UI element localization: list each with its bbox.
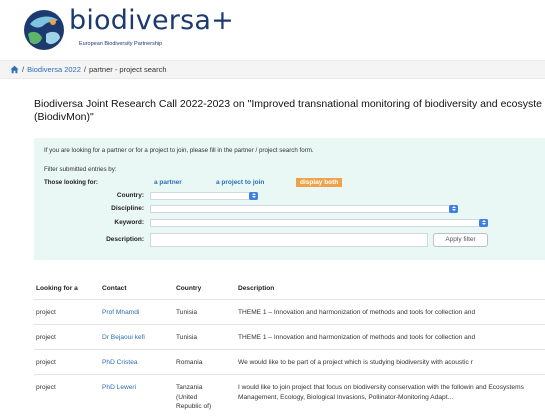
table-header-row: Looking for a Contact Country Descriptio… (34, 278, 545, 300)
cell-looking-for: project (36, 384, 56, 391)
chevron-updown-icon (449, 205, 458, 213)
cell-country: Tunisia (176, 309, 198, 316)
cell-country: Tunisia (176, 334, 198, 341)
brand-subtitle: European Biodiversity Partnership (79, 41, 163, 47)
looking-for-label: Those looking for: (44, 179, 98, 186)
contact-link[interactable]: PhD Leweri (102, 383, 172, 393)
chevron-updown-icon (249, 192, 258, 200)
header-contact: Contact (102, 285, 127, 292)
cell-description: THEME 1 – Innovation and harmonization o… (238, 309, 476, 316)
filter-panel: If you are looking for a partner or for … (34, 138, 545, 260)
breadcrumb-current: partner - project search (88, 65, 167, 74)
description-input[interactable] (150, 233, 428, 247)
breadcrumb-separator: / (22, 65, 25, 74)
table-row[interactable]: project PhD Leweri Tanzania (United Repu… (34, 375, 545, 420)
table-row[interactable]: project Prof Mhamdi Tunisia THEME 1 – In… (34, 300, 545, 325)
breadcrumb-link-biodiversa-2022[interactable]: Biodiversa 2022 (27, 65, 81, 74)
home-icon[interactable] (10, 65, 19, 74)
contact-link[interactable]: Dr Bejaoui kefi (102, 333, 172, 343)
table-row[interactable]: project Dr Bejaoui kefi Tunisia THEME 1 … (34, 325, 545, 350)
globe-logo-icon[interactable] (22, 8, 66, 52)
contact-link[interactable]: PhD Cristea (102, 358, 172, 368)
cell-looking-for: project (36, 309, 56, 316)
filter-intro-text: If you are looking for a partner or for … (44, 147, 314, 154)
cell-looking-for: project (36, 334, 56, 341)
page-title: Biodiversa Joint Research Call 2022-2023… (34, 98, 543, 123)
breadcrumb-separator: / (83, 65, 86, 74)
filter-option-both[interactable]: display both (296, 178, 343, 187)
country-label: Country: (116, 192, 144, 199)
breadcrumb-bar: / Biodiversa 2022 / partner - project se… (0, 60, 545, 79)
cell-country: Romania (176, 359, 203, 366)
table-row[interactable]: project PhD Cristea Romania We would lik… (34, 350, 545, 375)
keyword-label: Keyword: (114, 219, 144, 226)
header-country: Country (176, 285, 202, 292)
discipline-label: Discipline: (111, 205, 144, 212)
keyword-select[interactable] (150, 219, 488, 227)
contact-link[interactable]: Prof Mhamdi (102, 308, 172, 318)
filter-by-label: Filter submitted entries by: (44, 166, 117, 173)
site-header: biodiversa+ European Biodiversity Partne… (0, 0, 545, 58)
cell-description: We would like to be part of a project wh… (238, 359, 473, 366)
cell-description: THEME 1 – Innovation and harmonization o… (238, 334, 476, 341)
cell-country: Tanzania (United Republic of) (176, 384, 212, 410)
brand-name: biodiversa+ (69, 5, 234, 36)
description-label: Description: (106, 236, 144, 243)
chevron-updown-icon (479, 219, 488, 227)
country-select[interactable] (150, 192, 258, 200)
header-looking-for: Looking for a (36, 285, 78, 292)
apply-filter-button[interactable]: Apply filter (433, 233, 488, 247)
cell-description: I would like to join project that focus … (238, 384, 524, 401)
breadcrumb: / Biodiversa 2022 / partner - project se… (10, 65, 167, 74)
discipline-select[interactable] (150, 205, 458, 213)
filter-option-project[interactable]: a project to join (216, 179, 264, 186)
header-description: Description (238, 285, 275, 292)
cell-looking-for: project (36, 359, 56, 366)
filter-option-partner[interactable]: a partner (154, 179, 182, 186)
